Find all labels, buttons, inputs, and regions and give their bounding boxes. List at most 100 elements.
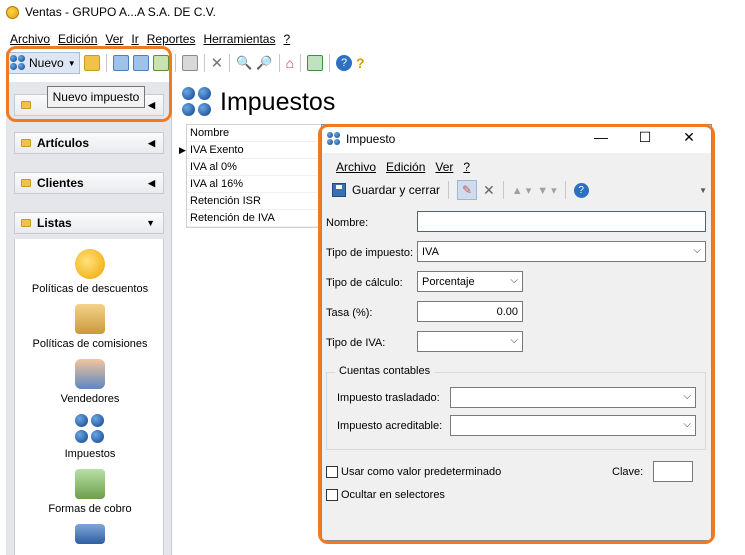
toolbar-separator <box>105 54 107 72</box>
delete-icon[interactable]: ✕ <box>483 182 495 199</box>
discount-icon <box>75 249 105 279</box>
table-row[interactable]: IVA al 0% <box>187 159 325 176</box>
sidebar-group-label: Artículos <box>37 136 90 150</box>
back-icon[interactable] <box>112 55 129 71</box>
ocultar-label: Ocultar en selectores <box>341 489 445 501</box>
taxes-icon <box>75 414 105 444</box>
print-icon[interactable] <box>181 55 198 71</box>
nuevo-button[interactable]: Nuevo ▼ <box>6 52 80 74</box>
dialog-menu-ver[interactable]: Ver <box>435 160 453 174</box>
menu-ver[interactable]: Ver <box>105 32 123 46</box>
sidebar-item-descuentos[interactable]: Políticas de descuentos <box>15 249 165 295</box>
help-icon[interactable]: ? <box>336 55 353 71</box>
dialog-menu-archivo[interactable]: Archivo <box>336 160 376 174</box>
grid-icon[interactable] <box>152 55 169 71</box>
chevron-down-icon: ⌵ <box>693 245 701 256</box>
edit-pencil-icon[interactable]: ✎ <box>457 180 478 200</box>
whats-this-icon[interactable]: ? <box>356 55 365 71</box>
impuesto-acreditable-label: Impuesto acreditable: <box>337 420 443 432</box>
nombre-input[interactable] <box>417 211 706 232</box>
tipo-impuesto-select[interactable]: IVA ⌵ <box>417 241 706 262</box>
close-icon[interactable]: ✕ <box>679 129 699 146</box>
menu-help[interactable]: ? <box>283 32 290 46</box>
tasa-input[interactable]: 0.00 <box>417 301 523 322</box>
menu-archivo[interactable]: Archivo <box>10 32 50 46</box>
dialog-toolbar: Guardar y cerrar ✎ ✕ ▲ ▾ ▼ ▾ ? ▼ <box>322 178 711 202</box>
tipo-calculo-select[interactable]: Porcentaje ⌵ <box>417 271 523 292</box>
sidebar-item-label: Políticas de descuentos <box>31 283 149 295</box>
find-next-icon[interactable]: 🔎 <box>256 55 272 71</box>
impuesto-trasladado-label: Impuesto trasladado: <box>337 392 440 404</box>
menu-reportes[interactable]: Reportes <box>147 32 196 46</box>
taxes-grid: Nombre IVA Exento IVA al 0% IVA al 16% R… <box>186 124 326 228</box>
toolbar-separator <box>174 54 176 72</box>
menu-herramientas[interactable]: Herramientas <box>203 32 275 46</box>
chevron-down-icon[interactable]: ▼ <box>68 59 76 68</box>
sidebar-group-listas[interactable]: Listas ▼ <box>14 212 164 234</box>
tasa-label: Tasa (%): <box>326 307 373 319</box>
table-row[interactable]: Retención de IVA <box>187 210 325 227</box>
folder-icon <box>21 179 31 187</box>
window-title: Ventas - GRUPO A...A S.A. DE C.V. <box>25 5 216 19</box>
clave-input[interactable] <box>653 461 693 482</box>
forward-icon[interactable] <box>132 55 149 71</box>
tipo-calculo-label: Tipo de cálculo: <box>326 277 403 289</box>
tipo-iva-select[interactable]: ⌵ <box>417 331 523 352</box>
truck-icon <box>75 524 105 544</box>
tipo-impuesto-value: IVA <box>422 245 439 258</box>
sidebar-list: Políticas de descuentos Políticas de com… <box>14 239 164 555</box>
payment-icon <box>75 469 105 499</box>
find-icon[interactable]: 🔍 <box>236 55 252 71</box>
sidebar-group-articulos[interactable]: Artículos ◀ <box>14 132 164 154</box>
page-title: Impuestos <box>220 87 336 116</box>
impuesto-acreditable-select[interactable]: ⌵ <box>450 415 696 436</box>
toolbar-separator <box>203 54 205 72</box>
menu-ir[interactable]: Ir <box>131 32 138 46</box>
arrow-down-icon[interactable]: ▼ ▾ <box>537 184 556 197</box>
tipo-iva-label: Tipo de IVA: <box>326 337 386 349</box>
grid-header[interactable]: Nombre <box>187 125 325 142</box>
refresh-icon[interactable] <box>307 55 324 71</box>
menu-edicion[interactable]: Edición <box>58 32 97 46</box>
dialog-title-bar: Impuesto — ☐ ✕ <box>322 125 711 153</box>
predeterminado-checkbox[interactable] <box>326 466 338 478</box>
maximize-icon[interactable]: ☐ <box>635 129 655 146</box>
arrow-up-icon[interactable]: ▲ ▾ <box>512 184 531 197</box>
tipo-calculo-value: Porcentaje <box>422 275 475 288</box>
taxes-icon <box>327 132 341 146</box>
sidebar-group-label: Clientes <box>37 176 84 190</box>
help-icon[interactable]: ? <box>573 182 589 198</box>
sidebar-item-next[interactable] <box>15 524 165 548</box>
chevron-left-icon: ◀ <box>148 99 155 110</box>
impuesto-trasladado-select[interactable]: ⌵ <box>450 387 696 408</box>
impuesto-dialog: Impuesto — ☐ ✕ Archivo Edición Ver ? Gua… <box>321 124 712 541</box>
main-header: Impuestos <box>174 82 745 122</box>
commission-icon <box>75 304 105 334</box>
minimize-icon[interactable]: — <box>591 129 611 145</box>
dialog-menu-help[interactable]: ? <box>463 160 470 174</box>
table-row[interactable]: IVA al 16% <box>187 176 325 193</box>
sidebar-item-impuestos[interactable]: Impuestos <box>15 414 165 460</box>
toolbar-separator <box>502 181 504 199</box>
save-close-button[interactable]: Guardar y cerrar <box>352 183 440 197</box>
sidebar-item-comisiones[interactable]: Políticas de comisiones <box>15 304 165 350</box>
toolbar-separator <box>448 181 450 199</box>
toolbar-separator <box>300 54 302 72</box>
toolbar-overflow-icon[interactable]: ▼ <box>699 186 707 195</box>
sidebar-item-label: Formas de cobro <box>48 503 132 515</box>
delete-icon[interactable]: ✕ <box>211 54 224 72</box>
ocultar-checkbox[interactable] <box>326 489 338 501</box>
open-folder-icon[interactable] <box>83 55 100 71</box>
current-row-icon: ▶ <box>179 145 186 155</box>
sidebar-item-label: Vendedores <box>60 393 120 405</box>
sidebar-item-formas-cobro[interactable]: Formas de cobro <box>15 469 165 515</box>
table-row[interactable]: Retención ISR <box>187 193 325 210</box>
table-row[interactable]: IVA Exento <box>187 142 325 159</box>
sidebar-group-clientes[interactable]: Clientes ◀ <box>14 172 164 194</box>
sidebar-item-vendedores[interactable]: Vendedores <box>15 359 165 405</box>
tipo-impuesto-label: Tipo de impuesto: <box>326 247 414 259</box>
cuentas-legend: Cuentas contables <box>335 365 435 377</box>
dialog-menu-edicion[interactable]: Edición <box>386 160 425 174</box>
chevron-down-icon: ⌵ <box>683 391 691 402</box>
home-icon[interactable]: ⌂ <box>286 55 294 71</box>
